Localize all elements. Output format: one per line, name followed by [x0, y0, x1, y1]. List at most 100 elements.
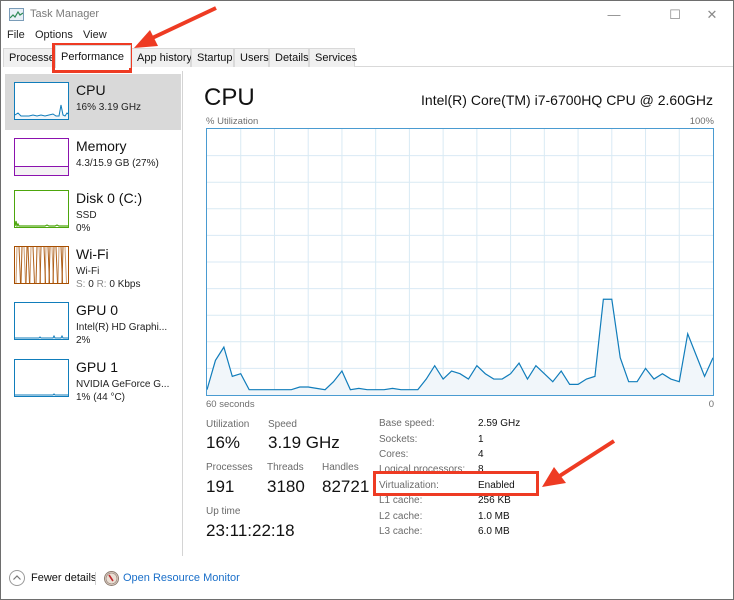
speed-value: 3.19 GHz [268, 433, 340, 452]
spec-base-speed-value: 2.59 GHz [478, 418, 521, 429]
sidebar-cpu-usage: 16% 3.19 GHz [76, 102, 142, 113]
tab-app-history[interactable]: App history [131, 48, 193, 67]
wifi-activity-line [29, 247, 32, 283]
sidebar-disk-type: SSD [76, 210, 97, 221]
sidebar-gpu0-usage: 2% [76, 335, 91, 346]
chart-x-left-label: 60 seconds [206, 399, 255, 410]
close-button[interactable]: ✕ [689, 1, 734, 28]
tab-label: Services [315, 52, 358, 64]
menu-view[interactable]: View [83, 29, 107, 41]
wifi-recv-prefix: R: [96, 279, 107, 290]
spec-l3-cache-value: 6.0 MB [478, 526, 510, 537]
chevron-up-icon [13, 575, 21, 580]
sidebar-memory-title: Memory [76, 138, 127, 154]
wifi-activity-line [27, 247, 30, 283]
wifi-recv-value: 0 Kbps [109, 279, 141, 290]
wifi-activity-line [52, 247, 55, 283]
menu-file[interactable]: File [7, 29, 25, 41]
cpu-model-name: Intel(R) Core(TM) i7-6700HQ CPU @ 2.60GH… [421, 92, 713, 108]
wifi-activity-line [64, 247, 67, 283]
spec-cores-label: Cores: [379, 449, 409, 460]
cpu-chart-svg [207, 129, 713, 395]
tab-label: Details [275, 52, 309, 64]
resource-sidebar: CPU 16% 3.19 GHz Memory 4.3/15.9 GB (27%… [3, 71, 183, 556]
wifi-activity-line [15, 247, 18, 283]
processes-value: 191 [206, 477, 235, 496]
chart-x-right-label: 0 [708, 399, 714, 410]
spec-cores-value: 4 [478, 449, 484, 460]
tab-processes[interactable]: Processes [3, 48, 60, 67]
spec-virtualization-label: Virtualization: [379, 480, 439, 491]
processes-label: Processes [206, 462, 253, 473]
fewer-details-button[interactable] [9, 570, 25, 586]
wifi-activity-line [48, 247, 51, 283]
fewer-details-link[interactable]: Fewer details [31, 572, 96, 584]
sidebar-wifi-title: Wi-Fi [76, 246, 109, 262]
spec-sockets-label: Sockets: [379, 434, 418, 445]
chart-y-max-label: 100% [689, 116, 714, 127]
uptime-value: 23:11:22:18 [206, 521, 295, 540]
wifi-activity-line [35, 247, 38, 283]
sidebar-item-gpu1[interactable]: GPU 1 NVIDIA GeForce G... 1% (44 °C) [5, 351, 181, 407]
spec-l1-cache-label: L1 cache: [379, 495, 423, 506]
task-manager-app-icon [9, 8, 24, 21]
speed-label: Speed [268, 419, 297, 430]
tab-users[interactable]: Users [234, 48, 269, 67]
wifi-activity-line [39, 247, 42, 283]
sidebar-gpu0-title: GPU 0 [76, 302, 119, 318]
memory-usage-fill [15, 166, 68, 175]
footer-bar: Fewer details Open Resource Monitor [1, 566, 733, 591]
menu-bar: File Options View [1, 28, 733, 46]
wifi-activity-line [20, 247, 23, 283]
sidebar-item-memory[interactable]: Memory 4.3/15.9 GB (27%) [5, 130, 181, 186]
disk-thumbnail-graph [14, 190, 69, 228]
sidebar-wifi-throughput: S: 0 R: 0 Kbps [76, 279, 141, 290]
wifi-activity-line [55, 247, 58, 283]
spec-sockets-value: 1 [478, 434, 484, 445]
spec-l3-cache-label: L3 cache: [379, 526, 423, 537]
sidebar-gpu1-usage: 1% (44 °C) [76, 392, 126, 403]
wifi-thumbnail-graph [14, 246, 69, 284]
sidebar-item-gpu0[interactable]: GPU 0 Intel(R) HD Graphi... 2% [5, 294, 181, 350]
tab-performance[interactable]: Performance [55, 45, 131, 68]
sidebar-gpu0-model: Intel(R) HD Graphi... [76, 322, 168, 333]
window-title: Task Manager [30, 8, 100, 20]
gpu0-thumbnail-graph [14, 302, 69, 340]
wifi-activity-line [25, 247, 28, 283]
resource-monitor-icon [104, 571, 119, 586]
minimize-icon: — [607, 7, 621, 22]
cpu-utilization-chart [206, 128, 714, 396]
memory-thumbnail-graph [14, 138, 69, 176]
tab-services[interactable]: Services [309, 48, 358, 67]
cpu-detail-panel: CPU Intel(R) Core(TM) i7-6700HQ CPU @ 2.… [186, 71, 731, 556]
sidebar-disk-usage: 0% [76, 223, 91, 234]
handles-label: Handles [322, 462, 359, 473]
sidebar-item-wifi[interactable]: Wi-Fi Wi-Fi S: 0 R: 0 Kbps [5, 238, 181, 294]
chart-y-label: % Utilization [206, 116, 259, 127]
wifi-activity-line [32, 247, 35, 283]
sidebar-gpu1-model: NVIDIA GeForce G... [76, 379, 170, 390]
open-resource-monitor-link[interactable]: Open Resource Monitor [123, 572, 240, 584]
sidebar-disk-title: Disk 0 (C:) [76, 190, 143, 206]
sidebar-cpu-title: CPU [76, 82, 106, 98]
close-icon: ✕ [706, 6, 718, 22]
minimize-button[interactable]: — [591, 1, 637, 28]
utilization-label: Utilization [206, 419, 250, 430]
sidebar-item-disk0[interactable]: Disk 0 (C:) SSD 0% [5, 182, 181, 238]
handles-value: 82721 [322, 477, 370, 496]
tab-startup[interactable]: Startup [191, 48, 234, 67]
sidebar-item-cpu[interactable]: CPU 16% 3.19 GHz [5, 74, 181, 130]
wifi-activity-lines [15, 247, 67, 283]
spec-l1-cache-value: 256 KB [478, 495, 511, 506]
wifi-activity-line [57, 247, 60, 283]
page-title: CPU [204, 84, 255, 111]
threads-value: 3180 [267, 477, 305, 496]
tab-details[interactable]: Details [269, 48, 309, 67]
spec-logical-processors-value: 8 [478, 464, 484, 475]
utilization-value: 16% [206, 433, 241, 452]
tab-label: App history [137, 52, 193, 64]
menu-options[interactable]: Options [35, 29, 73, 41]
tab-label: Users [240, 52, 269, 64]
spec-virtualization-value: Enabled [478, 480, 515, 491]
maximize-icon: ☐ [669, 6, 681, 22]
